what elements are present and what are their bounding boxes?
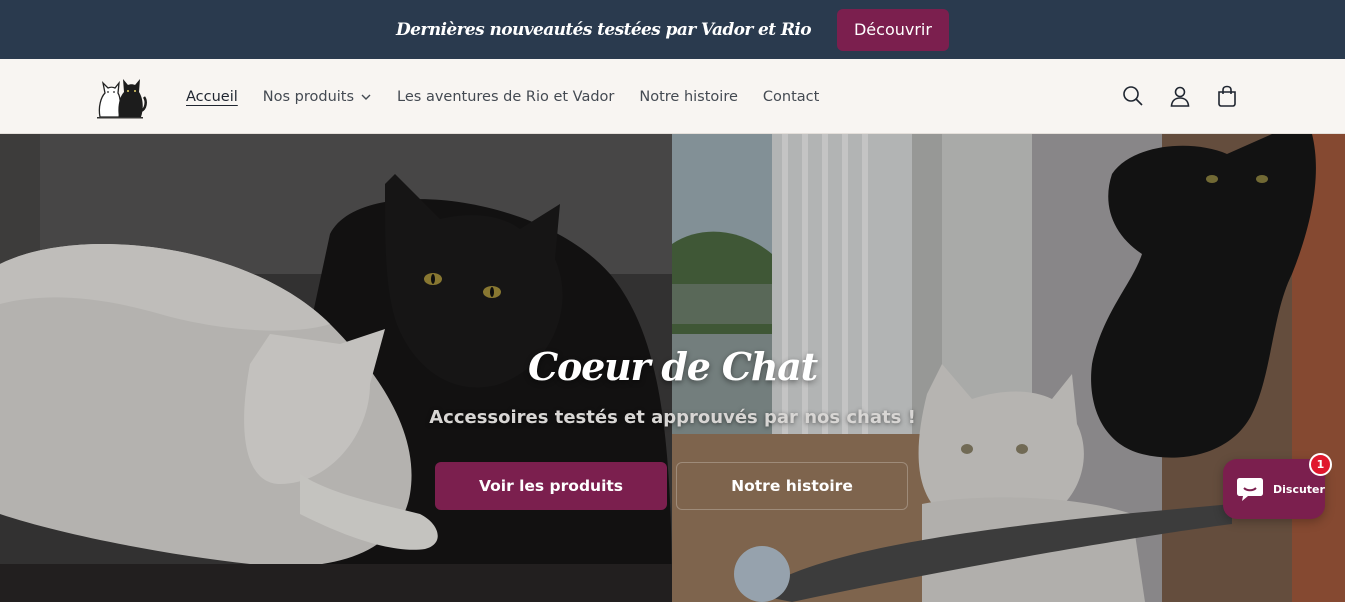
cart-icon[interactable] <box>1212 81 1242 111</box>
nav-item-contact[interactable]: Contact <box>763 89 819 105</box>
hero-subtitle: Accessoires testés et approuvés par nos … <box>429 407 916 428</box>
nav-item-label: Nos produits <box>262 88 355 105</box>
hero-banner: Coeur de Chat Accessoires testés et appr… <box>0 134 1345 602</box>
hero-title: Coeur de Chat <box>527 344 818 389</box>
nav-item-label: Accueil <box>186 88 238 105</box>
chat-label: Discuter <box>1273 482 1325 496</box>
nav-item-nos-produits[interactable]: Nos produits <box>263 89 372 105</box>
nav-item-notre-histoire[interactable]: Notre histoire <box>639 89 738 105</box>
header-actions <box>1101 81 1242 111</box>
main-nav: Accueil Nos produits Les aventures de Ri… <box>186 59 844 134</box>
nav-item-aventures[interactable]: Les aventures de Rio et Vador <box>397 89 614 105</box>
nav-item-label: Les aventures de Rio et Vador <box>397 88 615 105</box>
hero-text: Coeur de Chat Accessoires testés et appr… <box>0 344 1345 428</box>
nav-item-label: Notre histoire <box>639 88 738 105</box>
announcement-bar: Dernières nouveautés testées par Vador e… <box>0 0 1345 59</box>
nav-item-accueil[interactable]: Accueil <box>186 89 238 105</box>
discover-button[interactable]: Découvrir <box>836 8 949 51</box>
view-products-button[interactable]: Voir les produits <box>435 462 667 510</box>
account-icon[interactable] <box>1165 81 1195 111</box>
chat-bubble-icon <box>1237 478 1263 501</box>
nav-item-label: Contact <box>762 88 820 105</box>
search-icon[interactable] <box>1118 81 1148 111</box>
two-cats-logo-icon[interactable] <box>92 71 148 121</box>
hero-buttons: Voir les produits Notre histoire <box>435 462 908 510</box>
our-story-button[interactable]: Notre histoire <box>676 462 908 510</box>
chat-unread-badge: 1 <box>1309 453 1332 476</box>
announcement-text: Dernières nouveautés testées par Vador e… <box>396 19 812 40</box>
chevron-down-icon <box>361 94 371 100</box>
site-header: Accueil Nos produits Les aventures de Ri… <box>0 59 1345 134</box>
